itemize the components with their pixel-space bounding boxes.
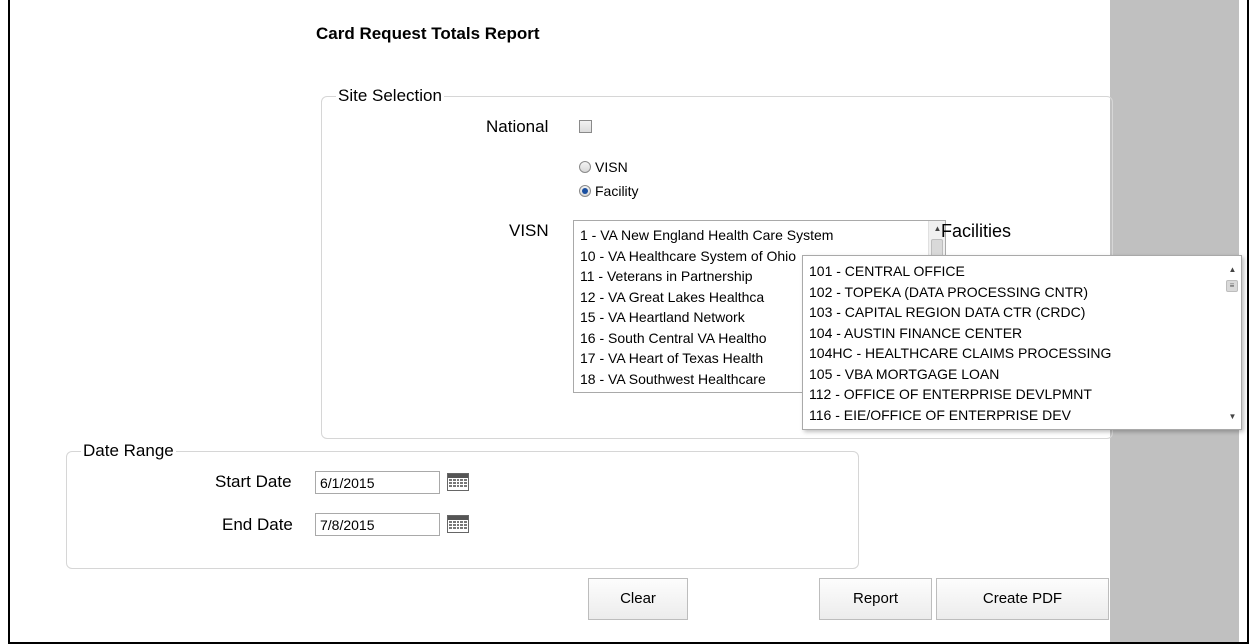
facilities-label: Facilities xyxy=(941,221,1012,241)
list-item[interactable]: 104HC - HEALTHCARE CLAIMS PROCESSING xyxy=(803,343,1241,364)
report-button[interactable]: Report xyxy=(819,578,932,620)
list-item[interactable]: 116 - EIE/OFFICE OF ENTERPRISE DEV xyxy=(803,405,1241,426)
site-selection-legend: Site Selection xyxy=(338,86,442,105)
list-item[interactable]: 1 - VA New England Health Care System xyxy=(574,225,945,246)
create-pdf-button[interactable]: Create PDF xyxy=(936,578,1109,620)
clear-button[interactable]: Clear xyxy=(588,578,688,620)
radio-facility[interactable]: Facility xyxy=(579,183,639,199)
facilities-scrollbar[interactable]: ▲ ≡ ▼ xyxy=(1224,256,1241,429)
list-item[interactable]: 105 - VBA MORTGAGE LOAN xyxy=(803,364,1241,385)
national-checkbox[interactable] xyxy=(579,120,592,133)
radio-facility-button[interactable] xyxy=(579,185,591,197)
list-item[interactable]: 103 - CAPITAL REGION DATA CTR (CRDC) xyxy=(803,302,1241,323)
visn-label: VISN xyxy=(509,221,549,240)
national-label: National xyxy=(486,117,549,136)
start-date-input[interactable] xyxy=(315,471,440,494)
calendar-icon[interactable] xyxy=(447,515,469,533)
radio-visn-label: VISN xyxy=(595,159,628,175)
date-range-fieldset: Date Range xyxy=(66,441,859,569)
facilities-listbox[interactable]: 101 - CENTRAL OFFICE 102 - TOPEKA (DATA … xyxy=(802,255,1242,430)
start-date-label: Start Date xyxy=(215,472,292,491)
scroll-up-icon[interactable]: ▲ xyxy=(1224,262,1241,278)
list-item[interactable]: 104 - AUSTIN FINANCE CENTER xyxy=(803,323,1241,344)
list-item[interactable]: 102 - TOPEKA (DATA PROCESSING CNTR) xyxy=(803,282,1241,303)
page-title: Card Request Totals Report xyxy=(316,24,540,43)
end-date-label: End Date xyxy=(222,515,293,534)
scroll-thumb[interactable]: ≡ xyxy=(1226,280,1238,292)
end-date-input[interactable] xyxy=(315,513,440,536)
radio-visn-button[interactable] xyxy=(579,161,591,173)
list-item[interactable]: 112 - OFFICE OF ENTERPRISE DEVLPMNT xyxy=(803,384,1241,405)
list-item[interactable]: 101 - CENTRAL OFFICE xyxy=(803,261,1241,282)
date-range-legend: Date Range xyxy=(83,441,174,460)
radio-visn[interactable]: VISN xyxy=(579,159,628,175)
radio-facility-label: Facility xyxy=(595,183,639,199)
calendar-icon[interactable] xyxy=(447,473,469,491)
scroll-down-icon[interactable]: ▼ xyxy=(1224,409,1241,425)
